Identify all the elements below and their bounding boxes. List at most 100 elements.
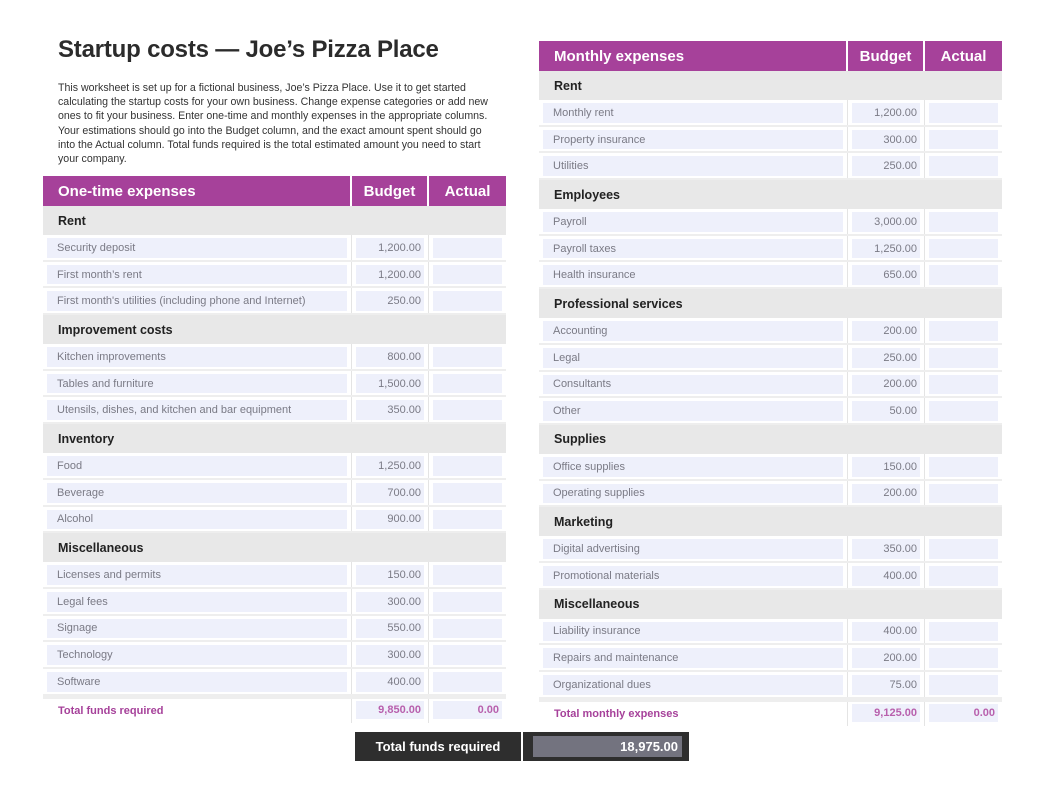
actual-cell[interactable]	[429, 480, 506, 505]
budget-cell[interactable]: 75.00	[848, 672, 925, 697]
expense-label-cell[interactable]: Utensils, dishes, and kitchen and bar eq…	[43, 397, 352, 423]
budget-cell[interactable]: 400.00	[352, 668, 429, 694]
actual-cell[interactable]	[925, 536, 1002, 561]
actual-cell[interactable]	[925, 372, 1002, 397]
actual-cell[interactable]	[925, 454, 1002, 479]
budget-cell[interactable]: 1,250.00	[352, 453, 429, 478]
expense-label-cell[interactable]: Repairs and maintenance	[539, 645, 848, 670]
budget-cell[interactable]: 300.00	[848, 126, 925, 152]
expense-label-cell[interactable]: Consultants	[539, 371, 848, 397]
expense-label-cell[interactable]: Tables and furniture	[43, 370, 352, 396]
actual-cell[interactable]	[925, 619, 1002, 644]
budget-cell[interactable]: 400.00	[848, 618, 925, 644]
budget-cell[interactable]: 1,500.00	[352, 370, 429, 396]
actual-cell[interactable]	[925, 262, 1002, 287]
expense-label-cell[interactable]: Office supplies	[539, 453, 848, 479]
grand-total-cell[interactable]: 18,975.00	[523, 732, 689, 761]
actual-cell[interactable]	[925, 672, 1002, 697]
actual-cell[interactable]	[429, 507, 506, 532]
expense-label-cell[interactable]: Accounting	[539, 318, 848, 343]
total-actual-cell[interactable]: 0.00	[925, 702, 1002, 726]
expense-label-cell[interactable]: Kitchen improvements	[43, 344, 352, 369]
expense-label-cell[interactable]: Promotional materials	[539, 562, 848, 588]
actual-cell[interactable]	[429, 371, 506, 396]
expense-label-cell[interactable]: Utilities	[539, 153, 848, 179]
total-budget-cell[interactable]: 9,850.00	[352, 698, 429, 723]
expense-label-cell[interactable]: Legal fees	[43, 588, 352, 614]
expense-label-cell[interactable]: Payroll taxes	[539, 235, 848, 261]
expense-label-cell[interactable]: Legal	[539, 344, 848, 370]
expense-label-cell[interactable]: Operating supplies	[539, 480, 848, 506]
budget-cell[interactable]: 900.00	[352, 506, 429, 532]
actual-cell[interactable]	[925, 209, 1002, 234]
budget-cell[interactable]: 300.00	[352, 642, 429, 667]
budget-cell[interactable]: 200.00	[848, 480, 925, 506]
actual-cell[interactable]	[429, 397, 506, 422]
budget-cell[interactable]: 150.00	[848, 453, 925, 479]
budget-cell[interactable]: 200.00	[848, 318, 925, 343]
budget-cell[interactable]: 1,250.00	[848, 235, 925, 261]
actual-cell[interactable]	[925, 563, 1002, 588]
actual-value	[929, 238, 998, 259]
expense-label-cell[interactable]: Organizational dues	[539, 672, 848, 697]
actual-cell[interactable]	[429, 344, 506, 369]
budget-cell[interactable]: 1,200.00	[352, 261, 429, 287]
expense-label-cell[interactable]: First month's utilities (including phone…	[43, 288, 352, 314]
budget-cell[interactable]: 250.00	[848, 153, 925, 179]
expense-label-cell[interactable]: Property insurance	[539, 126, 848, 152]
budget-cell[interactable]: 550.00	[352, 615, 429, 641]
expense-label-cell[interactable]: Software	[43, 668, 352, 694]
total-actual-cell[interactable]: 0.00	[429, 699, 506, 723]
actual-cell[interactable]	[429, 453, 506, 478]
actual-cell[interactable]	[925, 398, 1002, 423]
budget-cell[interactable]: 50.00	[848, 398, 925, 423]
budget-cell[interactable]: 200.00	[848, 645, 925, 670]
budget-cell[interactable]: 150.00	[352, 562, 429, 587]
expense-label-cell[interactable]: Security deposit	[43, 235, 352, 260]
budget-cell[interactable]: 700.00	[352, 479, 429, 505]
actual-cell[interactable]	[925, 127, 1002, 152]
actual-cell[interactable]	[429, 262, 506, 287]
expense-label-cell[interactable]: Beverage	[43, 479, 352, 505]
expense-label-cell[interactable]: Licenses and permits	[43, 562, 352, 587]
expense-label-cell[interactable]: Other	[539, 398, 848, 423]
budget-cell[interactable]: 400.00	[848, 562, 925, 588]
actual-cell[interactable]	[925, 153, 1002, 178]
expense-label-cell[interactable]: First month’s rent	[43, 261, 352, 287]
actual-cell[interactable]	[925, 345, 1002, 370]
actual-cell[interactable]	[429, 562, 506, 587]
budget-cell[interactable]: 350.00	[352, 397, 429, 423]
budget-cell[interactable]: 1,200.00	[352, 235, 429, 260]
expense-label-cell[interactable]: Signage	[43, 615, 352, 641]
budget-cell[interactable]: 250.00	[848, 344, 925, 370]
budget-cell[interactable]: 3,000.00	[848, 209, 925, 234]
expense-label-cell[interactable]: Liability insurance	[539, 618, 848, 644]
budget-cell[interactable]: 800.00	[352, 344, 429, 369]
expense-label-cell[interactable]: Technology	[43, 642, 352, 667]
total-budget-cell[interactable]: 9,125.00	[848, 701, 925, 726]
budget-cell[interactable]: 200.00	[848, 371, 925, 397]
expense-label-cell[interactable]: Digital advertising	[539, 536, 848, 561]
expense-label-cell[interactable]: Alcohol	[43, 506, 352, 532]
actual-cell[interactable]	[925, 236, 1002, 261]
actual-cell[interactable]	[429, 616, 506, 641]
budget-cell[interactable]: 650.00	[848, 262, 925, 288]
actual-cell[interactable]	[925, 645, 1002, 670]
expense-label-cell[interactable]: Payroll	[539, 209, 848, 234]
budget-cell[interactable]: 300.00	[352, 588, 429, 614]
actual-cell[interactable]	[429, 669, 506, 694]
actual-cell[interactable]	[429, 589, 506, 614]
actual-cell[interactable]	[925, 100, 1002, 125]
actual-cell[interactable]	[429, 235, 506, 260]
budget-cell[interactable]: 1,200.00	[848, 100, 925, 125]
actual-cell[interactable]	[429, 642, 506, 667]
budget-cell[interactable]: 250.00	[352, 288, 429, 314]
actual-cell[interactable]	[429, 288, 506, 313]
expense-label-cell[interactable]: Health insurance	[539, 262, 848, 288]
category-heading: Supplies	[539, 424, 1002, 454]
budget-cell[interactable]: 350.00	[848, 536, 925, 561]
actual-cell[interactable]	[925, 318, 1002, 343]
actual-cell[interactable]	[925, 481, 1002, 506]
expense-label-cell[interactable]: Food	[43, 453, 352, 478]
expense-label-cell[interactable]: Monthly rent	[539, 100, 848, 125]
